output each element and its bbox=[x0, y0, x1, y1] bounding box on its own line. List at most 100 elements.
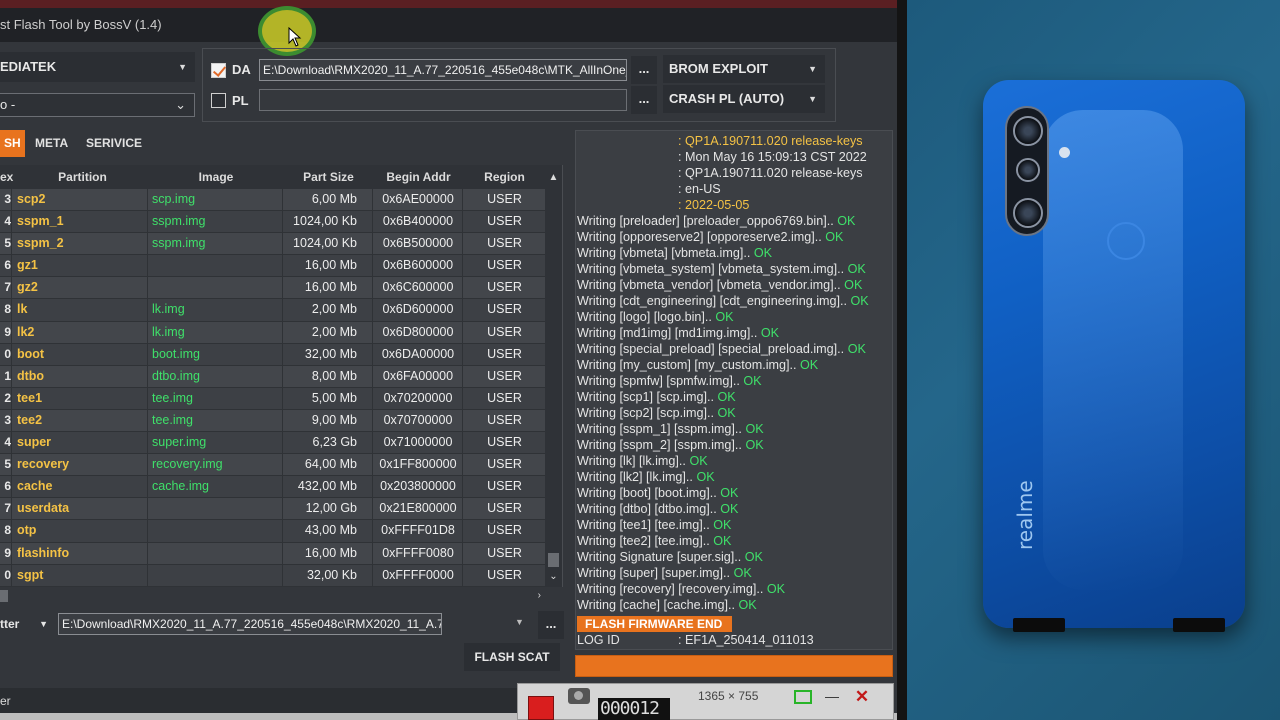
table-row[interactable]: 2 tee1 tee.img 5,00 Mb 0x70200000 USER bbox=[0, 387, 545, 410]
minimize-icon[interactable]: — bbox=[820, 686, 844, 708]
table-row[interactable]: 7 userdata 12,00 Gb 0x21E800000 USER bbox=[0, 498, 545, 521]
log-line-text: Writing [scp2] [scp.img].. bbox=[577, 406, 718, 420]
pl-path-field[interactable] bbox=[259, 89, 627, 111]
pl-browse-button[interactable]: ... bbox=[631, 86, 657, 114]
log-line: Writing [opporeserve2] [opporeserve2.img… bbox=[577, 229, 843, 245]
flash-end-banner: FLASH FIRMWARE END bbox=[577, 616, 732, 632]
log-line: Writing [logo] [logo.bin].. OK bbox=[577, 309, 734, 325]
row-part-size: 43,00 Mb bbox=[284, 520, 373, 543]
progress-bar bbox=[575, 655, 893, 677]
tab-service[interactable]: SERIVICE bbox=[86, 130, 142, 157]
table-row[interactable]: 6 gz1 16,00 Mb 0x6B600000 USER bbox=[0, 255, 545, 278]
screen-recorder-widget: 000012 1365 × 755 — ✕ bbox=[517, 683, 894, 720]
row-partition: cache bbox=[17, 476, 148, 499]
log-line-text: Writing [spmfw] [spmfw.img].. bbox=[577, 374, 744, 388]
row-index: 4 bbox=[0, 211, 12, 234]
scatter-type-select[interactable]: tter ▼ bbox=[0, 612, 52, 636]
scatter-browse-button[interactable]: ... bbox=[538, 611, 564, 639]
table-row[interactable]: 5 sspm_2 sspm.img 1024,00 Kb 0x6B500000 USER bbox=[0, 233, 545, 256]
row-partition: lk2 bbox=[17, 321, 148, 344]
tab-flash[interactable]: SH bbox=[0, 130, 25, 157]
camera-icon[interactable] bbox=[568, 688, 590, 704]
table-row[interactable]: 8 otp 43,00 Mb 0xFFFF01D8 USER bbox=[0, 520, 545, 543]
table-row[interactable]: 3 tee2 tee.img 9,00 Mb 0x70700000 USER bbox=[0, 409, 545, 433]
table-row[interactable]: 9 flashinfo 16,00 Mb 0xFFFF0080 USER bbox=[0, 542, 545, 565]
crash-mode-select[interactable]: CRASH PL (AUTO) ▼ bbox=[663, 85, 825, 113]
log-line: Writing [sspm_1] [sspm.img].. OK bbox=[577, 421, 764, 437]
table-row[interactable]: 9 lk2 lk.img 2,00 Mb 0x6D800000 USER bbox=[0, 321, 545, 344]
table-row[interactable]: 6 cache cache.img 432,00 Mb 0x203800000 USER bbox=[0, 476, 545, 499]
row-region: USER bbox=[487, 457, 522, 472]
col-region[interactable]: Region bbox=[464, 165, 545, 189]
vertical-scrollbar[interactable]: ▲ ⌄ bbox=[545, 165, 562, 587]
row-begin-addr: 0x71000000 bbox=[374, 432, 463, 455]
log-line: Writing [vbmeta_vendor] [vbmeta_vendor.i… bbox=[577, 277, 862, 293]
row-index: 5 bbox=[0, 454, 12, 477]
platform-select[interactable]: EDIATEK ▼ bbox=[0, 52, 195, 82]
log-id-label: LOG ID bbox=[577, 633, 620, 647]
scroll-down-icon[interactable]: ⌄ bbox=[545, 568, 562, 586]
table-row[interactable]: 4 super super.img 6,23 Gb 0x71000000 USER bbox=[0, 432, 545, 455]
tab-meta[interactable]: META bbox=[35, 130, 68, 157]
model-select[interactable]: o - ⌄ bbox=[0, 93, 195, 117]
log-line-ok: OK bbox=[753, 246, 773, 260]
log-line: Writing [scp1] [scp.img].. OK bbox=[577, 389, 736, 405]
col-partition[interactable]: Partition bbox=[17, 165, 148, 189]
row-partition: tee2 bbox=[17, 409, 148, 432]
row-image bbox=[149, 277, 283, 300]
table-row[interactable]: 0 sgpt 32,00 Kb 0xFFFF0000 USER bbox=[0, 564, 545, 587]
table-row[interactable]: 0 boot boot.img 32,00 Mb 0x6DA00000 USER bbox=[0, 343, 545, 366]
flash-scat-button[interactable]: FLASH SCAT bbox=[464, 643, 560, 671]
exploit-mode-value: BROM EXPLOIT bbox=[669, 61, 768, 76]
table-row[interactable]: 8 lk lk.img 2,00 Mb 0x6D600000 USER bbox=[0, 299, 545, 322]
table-row[interactable]: 5 recovery recovery.img 64,00 Mb 0x1FF800000… bbox=[0, 454, 545, 477]
log-line-text: Writing [cache] [cache.img].. bbox=[577, 598, 739, 612]
row-partition: recovery bbox=[17, 454, 148, 477]
row-partition: lk bbox=[17, 299, 148, 322]
da-path-field[interactable]: E:\Download\RMX2020_11_A.77_220516_455e0… bbox=[259, 59, 627, 81]
mouse-cursor-icon bbox=[288, 27, 302, 47]
row-index: 3 bbox=[0, 409, 12, 432]
log-line: Writing [special_preload] [special_prelo… bbox=[577, 341, 866, 357]
log-line-text: Writing [recovery] [recovery.img].. bbox=[577, 582, 767, 596]
record-button[interactable] bbox=[528, 696, 554, 720]
scatter-path-field[interactable]: E:\Download\RMX2020_11_A.77_220516_455e0… bbox=[58, 613, 442, 635]
row-image: sspm.img bbox=[149, 233, 283, 256]
row-image: dtbo.img bbox=[149, 365, 283, 388]
log-line: Writing [spmfw] [spmfw.img].. OK bbox=[577, 373, 762, 389]
row-image bbox=[149, 564, 283, 587]
scroll-up-icon[interactable]: ▲ bbox=[545, 169, 562, 187]
scroll-right-icon[interactable]: › bbox=[538, 587, 541, 605]
log-line-ok: OK bbox=[766, 582, 786, 596]
col-index[interactable]: ex bbox=[0, 165, 13, 189]
row-part-size: 16,00 Mb bbox=[284, 255, 373, 278]
table-row[interactable]: 3 scp2 scp.img 6,00 Mb 0x6AE00000 USER bbox=[0, 189, 545, 212]
exploit-mode-select[interactable]: BROM EXPLOIT ▼ bbox=[663, 55, 825, 83]
hscroll-thumb[interactable] bbox=[0, 590, 8, 602]
log-line-ok: OK bbox=[713, 534, 732, 548]
log-line-text: Writing [vbmeta_vendor] [vbmeta_vendor.i… bbox=[577, 278, 845, 292]
log-line: Writing [sspm_2] [sspm.img].. OK bbox=[577, 437, 764, 453]
table-row[interactable]: 1 dtbo dtbo.img 8,00 Mb 0x6FA00000 USER bbox=[0, 365, 545, 388]
close-icon[interactable]: ✕ bbox=[850, 686, 874, 708]
brand-logo: realme bbox=[1013, 480, 1037, 550]
row-part-size: 64,00 Mb bbox=[284, 454, 373, 477]
horizontal-scrollbar[interactable]: › bbox=[0, 587, 545, 605]
pl-checkbox[interactable] bbox=[211, 93, 226, 108]
row-region: USER bbox=[487, 390, 522, 405]
log-line-text: Writing [opporeserve2] [opporeserve2.img… bbox=[577, 230, 826, 244]
col-part-size[interactable]: Part Size bbox=[284, 165, 373, 189]
da-checkbox[interactable] bbox=[211, 63, 226, 78]
chevron-down-icon: ▼ bbox=[178, 62, 187, 72]
scroll-thumb[interactable] bbox=[548, 553, 559, 567]
da-browse-button[interactable]: ... bbox=[631, 56, 657, 84]
region-icon[interactable] bbox=[794, 690, 812, 704]
col-image[interactable]: Image bbox=[149, 165, 283, 189]
log-line: Writing [recovery] [recovery.img].. OK bbox=[577, 581, 785, 597]
log-line-ok: OK bbox=[720, 502, 739, 516]
chevron-down-icon[interactable]: ▼ bbox=[515, 617, 524, 627]
row-begin-addr: 0x6B600000 bbox=[374, 255, 463, 278]
table-row[interactable]: 4 sspm_1 sspm.img 1024,00 Kb 0x6B400000 USER bbox=[0, 211, 545, 234]
col-begin-addr[interactable]: Begin Addr bbox=[374, 165, 463, 189]
table-row[interactable]: 7 gz2 16,00 Mb 0x6C600000 USER bbox=[0, 277, 545, 300]
